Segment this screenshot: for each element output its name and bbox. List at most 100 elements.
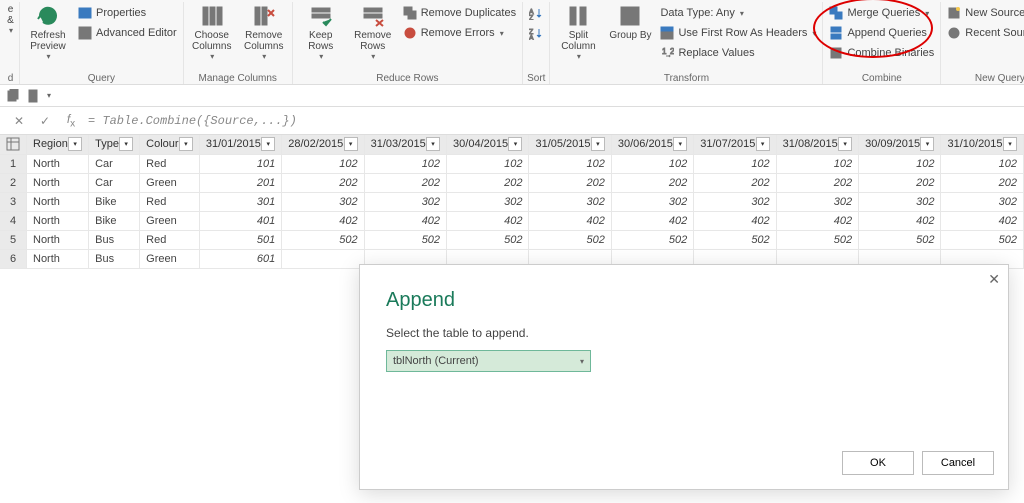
append-queries-button[interactable]: Append Queries <box>827 24 936 42</box>
cell[interactable]: North <box>27 154 89 173</box>
cell[interactable]: 202 <box>611 173 693 192</box>
column-header[interactable]: 30/06/2015▾ <box>611 135 693 154</box>
cell[interactable]: 302 <box>611 192 693 211</box>
cell[interactable]: 402 <box>364 211 446 230</box>
cell[interactable]: 402 <box>447 211 529 230</box>
row-number[interactable]: 6 <box>0 249 27 268</box>
table-row[interactable]: 5NorthBusRed5015025025025025025025025025… <box>0 230 1024 249</box>
column-header[interactable]: Colour▾ <box>140 135 200 154</box>
refresh-preview-button[interactable]: Refresh Preview▾ <box>24 2 72 64</box>
cell[interactable]: North <box>27 192 89 211</box>
cell[interactable]: 301 <box>199 192 281 211</box>
cell[interactable]: 402 <box>694 211 776 230</box>
cell[interactable]: 102 <box>364 154 446 173</box>
cell[interactable]: 502 <box>529 230 611 249</box>
document-icon[interactable] <box>26 89 40 103</box>
cell[interactable]: 102 <box>694 154 776 173</box>
cell[interactable]: Car <box>89 173 140 192</box>
cell[interactable]: 302 <box>941 192 1024 211</box>
cell[interactable]: North <box>27 173 89 192</box>
data-type-button[interactable]: Data Type: Any▾ <box>658 4 818 22</box>
cell[interactable]: 402 <box>529 211 611 230</box>
formula-cancel-button[interactable]: ✕ <box>10 114 28 128</box>
column-header[interactable]: Type▾ <box>89 135 140 154</box>
cell[interactable]: North <box>27 249 89 268</box>
cell[interactable]: 501 <box>199 230 281 249</box>
cell[interactable]: 502 <box>611 230 693 249</box>
cell[interactable]: Bus <box>89 249 140 268</box>
column-header[interactable]: 30/04/2015▾ <box>447 135 529 154</box>
cell[interactable]: 102 <box>282 154 364 173</box>
remove-errors-button[interactable]: Remove Errors▾ <box>401 24 518 42</box>
column-header[interactable]: 31/01/2015▾ <box>199 135 281 154</box>
cell[interactable]: 201 <box>199 173 281 192</box>
merge-queries-button[interactable]: Merge Queries▾ <box>827 4 936 22</box>
cell[interactable]: 102 <box>529 154 611 173</box>
cell[interactable]: Red <box>140 192 200 211</box>
formula-accept-button[interactable]: ✓ <box>36 114 54 128</box>
cell[interactable]: 102 <box>859 154 941 173</box>
cell[interactable]: 401 <box>199 211 281 230</box>
cell[interactable]: 102 <box>941 154 1024 173</box>
table-row[interactable]: 1NorthCarRed1011021021021021021021021021… <box>0 154 1024 173</box>
cell[interactable]: 502 <box>859 230 941 249</box>
cancel-button[interactable]: Cancel <box>922 451 994 475</box>
cell[interactable]: 102 <box>611 154 693 173</box>
choose-columns-button[interactable]: Choose Columns▾ <box>188 2 236 64</box>
table-row[interactable]: 2NorthCarGreen20120220220220220220220220… <box>0 173 1024 192</box>
filter-button[interactable]: ▾ <box>838 137 852 151</box>
split-column-button[interactable]: Split Column▾ <box>554 2 602 64</box>
filter-button[interactable]: ▾ <box>508 137 522 151</box>
filter-button[interactable]: ▾ <box>591 137 605 151</box>
cell[interactable]: North <box>27 211 89 230</box>
cell[interactable]: 402 <box>282 211 364 230</box>
group-by-button[interactable]: Group By <box>606 2 654 64</box>
cell[interactable]: Car <box>89 154 140 173</box>
cell[interactable]: 502 <box>776 230 858 249</box>
column-header[interactable]: 31/05/2015▾ <box>529 135 611 154</box>
row-number[interactable]: 1 <box>0 154 27 173</box>
cell[interactable]: 101 <box>199 154 281 173</box>
cell[interactable]: 202 <box>529 173 611 192</box>
cell[interactable]: Green <box>140 211 200 230</box>
cell[interactable]: 202 <box>282 173 364 192</box>
column-header[interactable]: Region▾ <box>27 135 89 154</box>
cell[interactable]: 202 <box>447 173 529 192</box>
cell[interactable]: North <box>27 230 89 249</box>
cell[interactable]: 502 <box>941 230 1024 249</box>
cell[interactable]: 302 <box>776 192 858 211</box>
cell[interactable]: Green <box>140 173 200 192</box>
cell[interactable]: 302 <box>859 192 941 211</box>
sort-asc-button[interactable]: AZ <box>527 4 545 22</box>
cell[interactable] <box>282 249 364 268</box>
cell[interactable]: 502 <box>694 230 776 249</box>
close-apply-button[interactable]: e &▾ <box>6 2 15 64</box>
dialog-close-button[interactable]: ✕ <box>988 271 1000 288</box>
cell[interactable]: 402 <box>859 211 941 230</box>
replace-values-button[interactable]: 12Replace Values <box>658 44 818 62</box>
column-header[interactable]: 31/03/2015▾ <box>364 135 446 154</box>
cell[interactable]: Red <box>140 230 200 249</box>
cell[interactable]: 502 <box>447 230 529 249</box>
column-header[interactable]: 30/09/2015▾ <box>859 135 941 154</box>
cell[interactable]: 102 <box>447 154 529 173</box>
cell[interactable]: Red <box>140 154 200 173</box>
cell[interactable]: 402 <box>776 211 858 230</box>
cell[interactable]: 202 <box>776 173 858 192</box>
filter-button[interactable]: ▾ <box>261 137 275 151</box>
keep-rows-button[interactable]: Keep Rows▾ <box>297 2 345 64</box>
filter-button[interactable]: ▾ <box>920 137 934 151</box>
remove-duplicates-button[interactable]: Remove Duplicates <box>401 4 518 22</box>
properties-button[interactable]: Properties <box>76 4 179 22</box>
combine-binaries-button[interactable]: Combine Binaries <box>827 44 936 62</box>
ok-button[interactable]: OK <box>842 451 914 475</box>
cell[interactable]: 202 <box>694 173 776 192</box>
cell[interactable]: Bike <box>89 192 140 211</box>
cell[interactable]: Bike <box>89 211 140 230</box>
sort-desc-button[interactable]: ZA <box>527 24 545 42</box>
row-number[interactable]: 4 <box>0 211 27 230</box>
qat-dropdown[interactable]: ▾ <box>47 91 51 100</box>
table-row[interactable]: 3NorthBikeRed301302302302302302302302302… <box>0 192 1024 211</box>
row-number[interactable]: 5 <box>0 230 27 249</box>
cell[interactable]: Bus <box>89 230 140 249</box>
